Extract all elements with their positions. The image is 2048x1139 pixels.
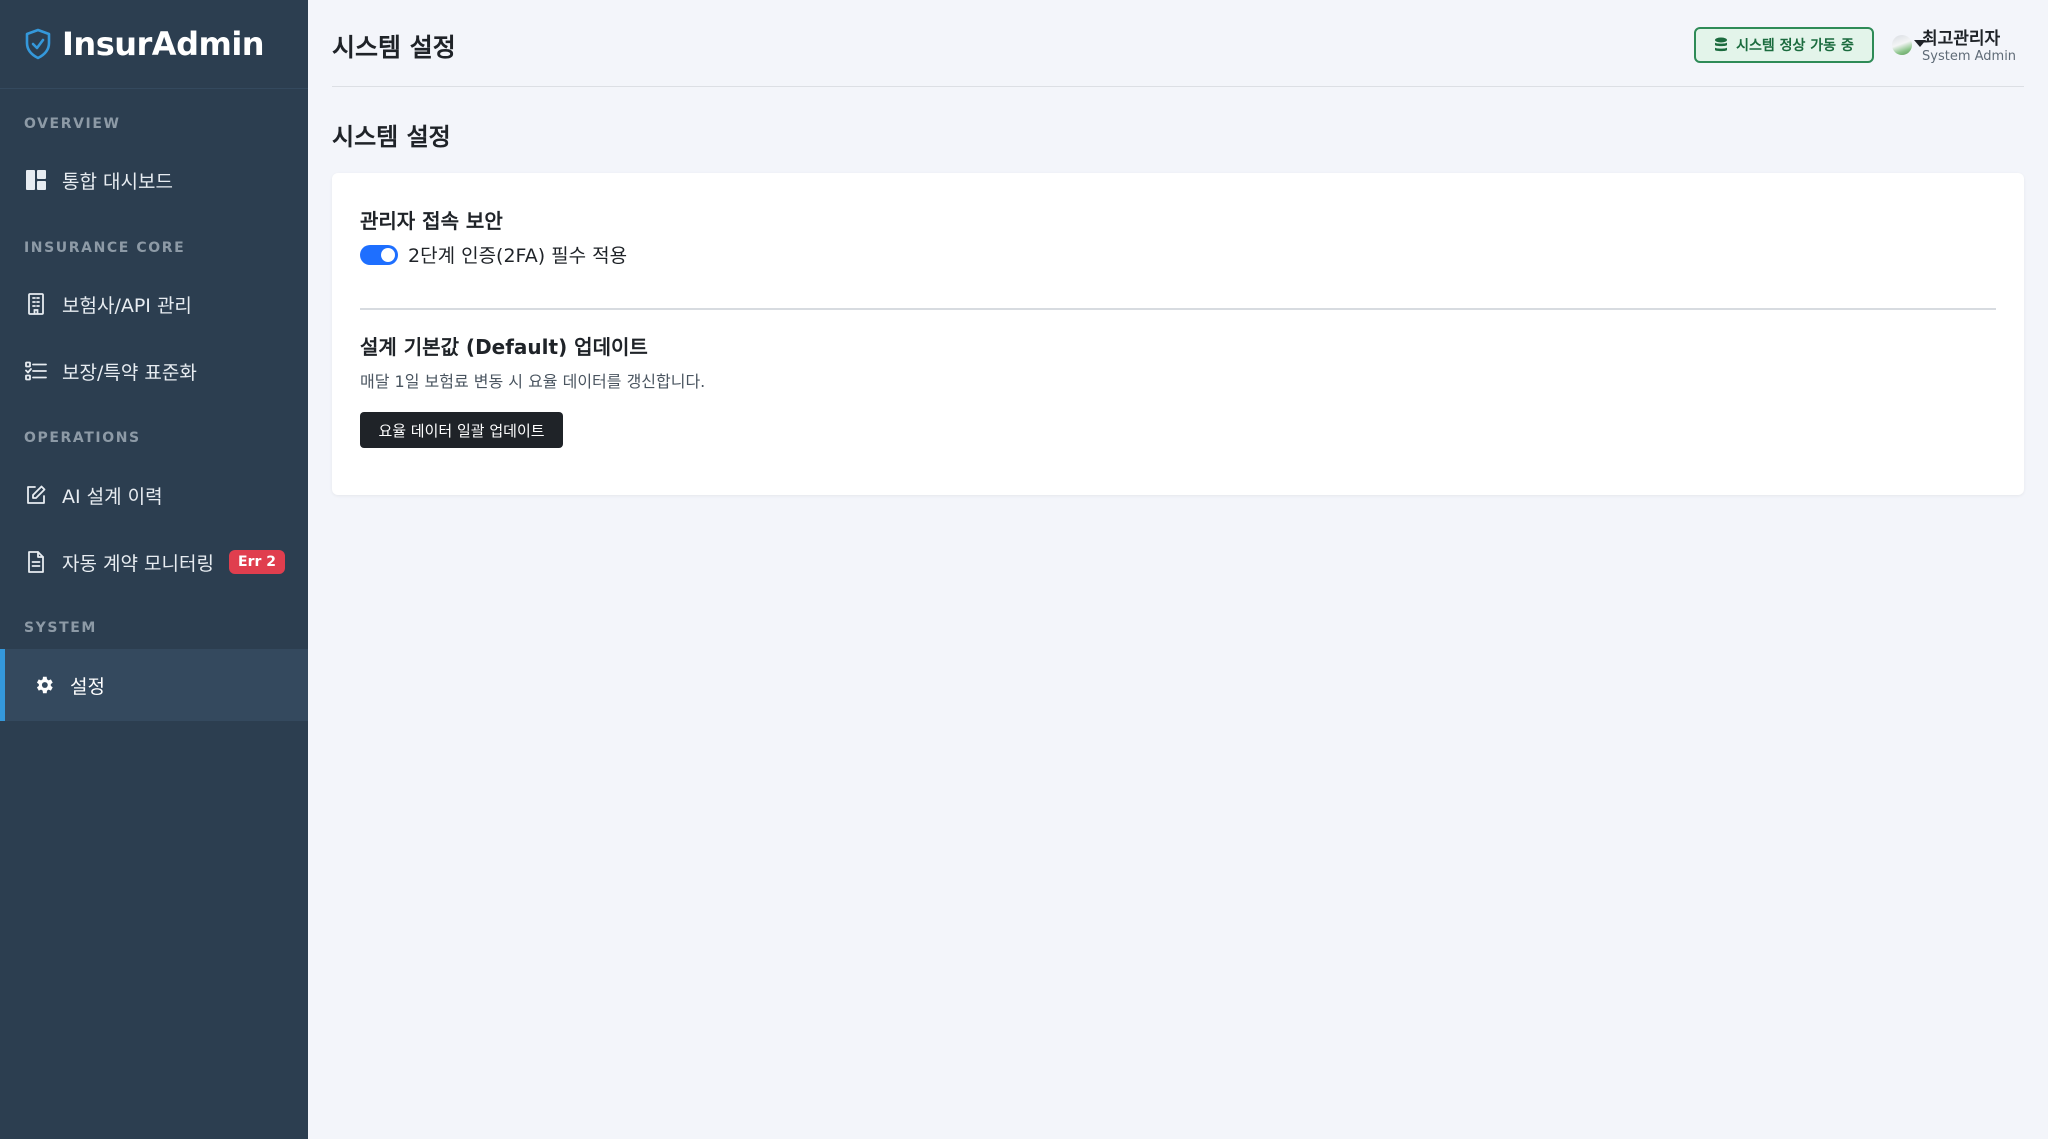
avatar (1892, 35, 1912, 55)
sidebar-item-label: 자동 계약 모니터링 (62, 552, 214, 575)
sidebar: InsurAdmin OVERVIEW 통합 대시보드 INSURANCE CO… (0, 0, 308, 1139)
section-label-insurance-core: INSURANCE CORE (24, 240, 186, 256)
document-icon (24, 550, 48, 574)
sidebar-item-label: 보험사/API 관리 (62, 294, 192, 317)
brand[interactable]: InsurAdmin (0, 0, 308, 89)
system-status-badge: 시스템 정상 가동 중 (1694, 27, 1874, 63)
sidebar-item-settings[interactable]: 설정 (0, 649, 308, 721)
section-label-overview: OVERVIEW (24, 116, 121, 132)
sidebar-item-contract-monitoring[interactable]: 자동 계약 모니터링 Err 2 (0, 534, 308, 590)
database-icon (1714, 37, 1728, 53)
sidebar-item-dashboard[interactable]: 통합 대시보드 (0, 152, 308, 208)
building-icon (24, 292, 48, 316)
app: InsurAdmin OVERVIEW 통합 대시보드 INSURANCE CO… (0, 0, 2048, 1139)
page-title: 시스템 설정 (332, 33, 456, 62)
user-role: System Admin (1922, 49, 2017, 64)
top-header: 시스템 설정 시스템 정상 가동 중 최고관리자 System Admin (332, 0, 2024, 87)
toggle-knob (381, 248, 395, 262)
divider (360, 308, 1996, 310)
brand-name: InsurAdmin (62, 25, 265, 63)
settings-card: 관리자 접속 보안 2단계 인증(2FA) 필수 적용 설계 기본값 (Defa… (332, 173, 2024, 495)
shield-icon (24, 28, 52, 60)
chevron-down-icon[interactable] (1914, 40, 1926, 47)
sidebar-item-insurer-api[interactable]: 보험사/API 관리 (0, 276, 308, 332)
sidebar-item-label: 보장/특약 표준화 (62, 361, 197, 384)
section-label-system: SYSTEM (24, 620, 97, 636)
sidebar-item-ai-design-history[interactable]: AI 설계 이력 (0, 467, 308, 523)
bulk-update-rates-button[interactable]: 요율 데이터 일괄 업데이트 (360, 412, 563, 448)
edit-icon (24, 483, 48, 507)
defaults-section-title: 설계 기본값 (Default) 업데이트 (360, 335, 648, 359)
user-name: 최고관리자 (1922, 29, 2001, 49)
system-status-text: 시스템 정상 가동 중 (1736, 38, 1854, 54)
two-factor-toggle[interactable] (360, 245, 398, 265)
section-heading: 시스템 설정 (332, 123, 451, 151)
user-menu[interactable]: 최고관리자 System Admin (1892, 24, 2024, 66)
security-section-title: 관리자 접속 보안 (360, 209, 503, 233)
error-count-badge: Err 2 (229, 550, 285, 574)
sidebar-item-label: AI 설계 이력 (62, 485, 163, 508)
checklist-icon (24, 359, 48, 383)
two-factor-label: 2단계 인증(2FA) 필수 적용 (408, 245, 628, 267)
gear-icon (32, 673, 56, 697)
sidebar-item-coverage-standardization[interactable]: 보장/특약 표준화 (0, 343, 308, 399)
section-label-operations: OPERATIONS (24, 430, 141, 446)
sidebar-item-label: 설정 (70, 675, 105, 698)
sidebar-item-label: 통합 대시보드 (62, 170, 173, 193)
defaults-description: 매달 1일 보험료 변동 시 요율 데이터를 갱신합니다. (360, 372, 706, 391)
dashboard-icon (24, 168, 48, 192)
